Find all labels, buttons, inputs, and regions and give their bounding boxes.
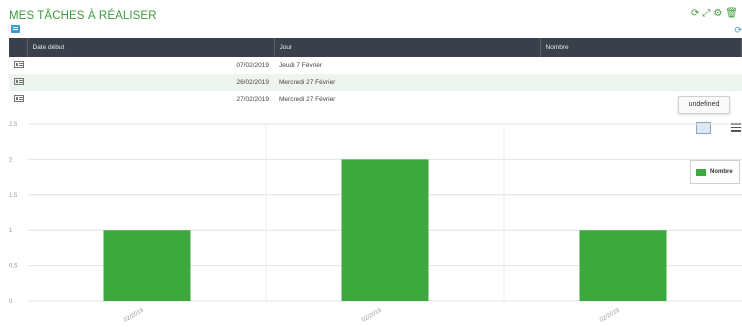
expand-icon[interactable]: ⤢ [702,9,710,19]
row-detail-icon[interactable] [14,95,24,102]
row-nombre [540,57,742,74]
refresh-small-icon[interactable]: ⟳ [734,25,742,36]
column-header-nombre[interactable]: Nombre [540,38,742,57]
list-view-icon[interactable] [11,25,20,33]
column-header-jour[interactable]: Jour [274,38,541,57]
bar [103,230,191,301]
chart-legend[interactable]: Nombre [690,160,740,184]
table-row[interactable]: 07/02/2019 Jeudi 7 Février [9,57,742,74]
icon-column-header [9,38,28,57]
panel-toolbar: ⟳ ⤢ ⚙ 🗑 [691,9,738,19]
row-detail-cell[interactable] [9,91,27,108]
table-header-row: Date début Jour Nombre [9,38,742,57]
chart-area: 0 0.5 1 1.5 2 2.5 02/2019 02/2019 02/2019 [9,114,742,327]
y-tick-label: 2.5 [9,122,18,128]
panel-title: MES TÂCHES À RÉALISER [9,10,157,22]
row-detail-icon[interactable] [14,61,24,68]
tasks-table: Date début Jour Nombre 07/02/2019 Jeudi … [9,38,742,108]
legend-swatch [696,168,706,176]
row-detail-cell[interactable] [9,57,27,74]
x-tick-label: 02/2019 [123,307,145,323]
y-tick-label: 1 [9,228,13,234]
row-detail-cell[interactable] [9,74,27,91]
x-tick-label: 02/2019 [361,307,383,323]
row-date: 27/02/2019 [236,96,269,103]
x-tick-label: 02/2019 [599,307,621,323]
y-tick-label: 1.5 [9,193,18,199]
row-date: 07/02/2019 [236,62,269,69]
y-tick-label: 0 [9,299,13,305]
y-tick-label: 2 [9,157,13,163]
table-row[interactable]: 27/02/2019 Mercredi 27 Février [9,91,742,108]
gear-icon[interactable]: ⚙ [713,9,722,19]
table-row[interactable]: 26/02/2019 Mercredi 27 Février [9,74,742,91]
bar [579,230,667,301]
y-tick-label: 0.5 [9,264,18,270]
bar-chart: 0 0.5 1 1.5 2 2.5 02/2019 02/2019 02/2019 [9,122,742,324]
row-jour: Mercredi 27 Février [279,96,336,103]
row-jour: Mercredi 27 Février [274,74,540,91]
chart-tooltip: undefined [678,96,730,114]
row-nombre [540,74,742,91]
panel-header: MES TÂCHES À RÉALISER ⟳ ⤢ ⚙ 🗑 ⟳ [0,0,742,36]
column-header-date[interactable]: Date début [27,38,275,57]
row-date: 26/02/2019 [27,74,274,91]
refresh-icon[interactable]: ⟳ [691,9,699,19]
legend-label: Nombre [710,169,733,175]
trash-icon[interactable]: 🗑 [725,9,738,19]
bar [341,159,429,301]
row-detail-icon[interactable] [14,78,24,85]
row-jour: Jeudi 7 Février [279,62,322,69]
